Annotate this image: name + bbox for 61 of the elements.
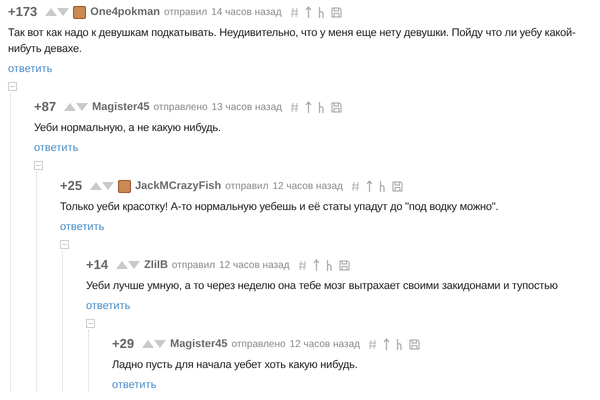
hash-icon[interactable] xyxy=(350,180,360,192)
post-time: 13 часов назад xyxy=(212,100,282,114)
up-arrow-icon[interactable] xyxy=(304,100,312,114)
author-name[interactable]: Magister45 xyxy=(92,98,150,116)
reply-link[interactable]: ответить xyxy=(8,62,52,76)
comment-text: Только уеби красотку! А-то нормальную уебешь и её статы упадут до "под водку можно". xyxy=(60,200,500,215)
vote-down-icon[interactable] xyxy=(128,261,140,269)
comment-text: Ладно пусть для начала уебет хоть какую нибудь. xyxy=(112,358,359,373)
comment-score: +173 xyxy=(8,3,38,22)
post-action: отправил xyxy=(172,258,216,272)
vote-up-icon[interactable] xyxy=(90,182,102,190)
author-name[interactable]: One4pokman xyxy=(90,4,160,20)
vote-down-icon[interactable] xyxy=(76,103,88,111)
vote-up-icon[interactable] xyxy=(45,8,58,16)
collapse-icon[interactable] xyxy=(34,161,43,170)
collapse-icon[interactable] xyxy=(8,82,17,91)
post-time: 14 часов назад xyxy=(211,6,282,20)
hash-icon[interactable] xyxy=(368,338,377,350)
author-name[interactable]: ZIiIB xyxy=(144,256,168,274)
post-action: отправил xyxy=(225,180,268,194)
hash-icon[interactable] xyxy=(290,6,299,18)
post-time: 12 часов назад xyxy=(290,338,360,352)
save-icon[interactable] xyxy=(408,338,420,350)
author-name[interactable]: Magister45 xyxy=(170,336,228,352)
hash-icon[interactable] xyxy=(290,102,299,112)
comment-text: Уеби нормальную, а не какую нибудь. xyxy=(34,121,222,136)
author-name[interactable]: JackMCrazyFish xyxy=(135,178,222,194)
vote-down-icon[interactable] xyxy=(57,8,70,16)
post-action: отправил xyxy=(164,6,208,20)
vote-up-icon[interactable] xyxy=(64,103,76,111)
post-action: отправлено xyxy=(154,100,208,114)
comment-text: Так вот как надо к девушкам подкатывать. Неудивительно, что у меня еще нету девушки. Пойду что ли уебу какой-нибуть девахе. xyxy=(8,26,576,57)
save-icon[interactable] xyxy=(330,6,342,18)
vote-up-icon[interactable] xyxy=(116,261,128,269)
hash-icon[interactable] xyxy=(298,260,306,270)
up-arrow-icon[interactable] xyxy=(312,258,320,272)
reply-link[interactable]: ответить xyxy=(60,220,104,234)
comment-score: +87 xyxy=(34,98,56,116)
post-action: отправлено xyxy=(232,338,286,352)
comment-score: +25 xyxy=(60,177,82,196)
avatar[interactable] xyxy=(73,6,86,18)
reply-link[interactable]: ответить xyxy=(34,141,78,155)
post-time: 12 часов назад xyxy=(219,258,290,272)
save-icon[interactable] xyxy=(338,260,350,270)
collapse-icon[interactable] xyxy=(60,240,69,249)
reply-link[interactable]: ответить xyxy=(86,299,130,313)
up-arrow-icon[interactable] xyxy=(382,338,390,350)
collapse-icon[interactable] xyxy=(86,319,95,328)
vote-down-icon[interactable] xyxy=(102,182,114,190)
avatar[interactable] xyxy=(118,180,132,192)
comment-text: Уеби лучше умную, а то через неделю она тебе мозг вытрахает своими закидонами и тупостью xyxy=(86,279,559,294)
post-time: 12 часов назад xyxy=(272,180,343,194)
up-arrow-icon[interactable] xyxy=(304,6,312,18)
save-icon[interactable] xyxy=(330,102,342,112)
save-icon[interactable] xyxy=(392,180,403,192)
comment-score: +29 xyxy=(112,335,134,354)
reply-link[interactable]: ответить xyxy=(112,378,156,392)
vote-down-icon[interactable] xyxy=(154,340,166,348)
comment-score: +14 xyxy=(86,256,108,274)
vote-up-icon[interactable] xyxy=(142,340,154,348)
up-arrow-icon[interactable] xyxy=(366,180,373,192)
